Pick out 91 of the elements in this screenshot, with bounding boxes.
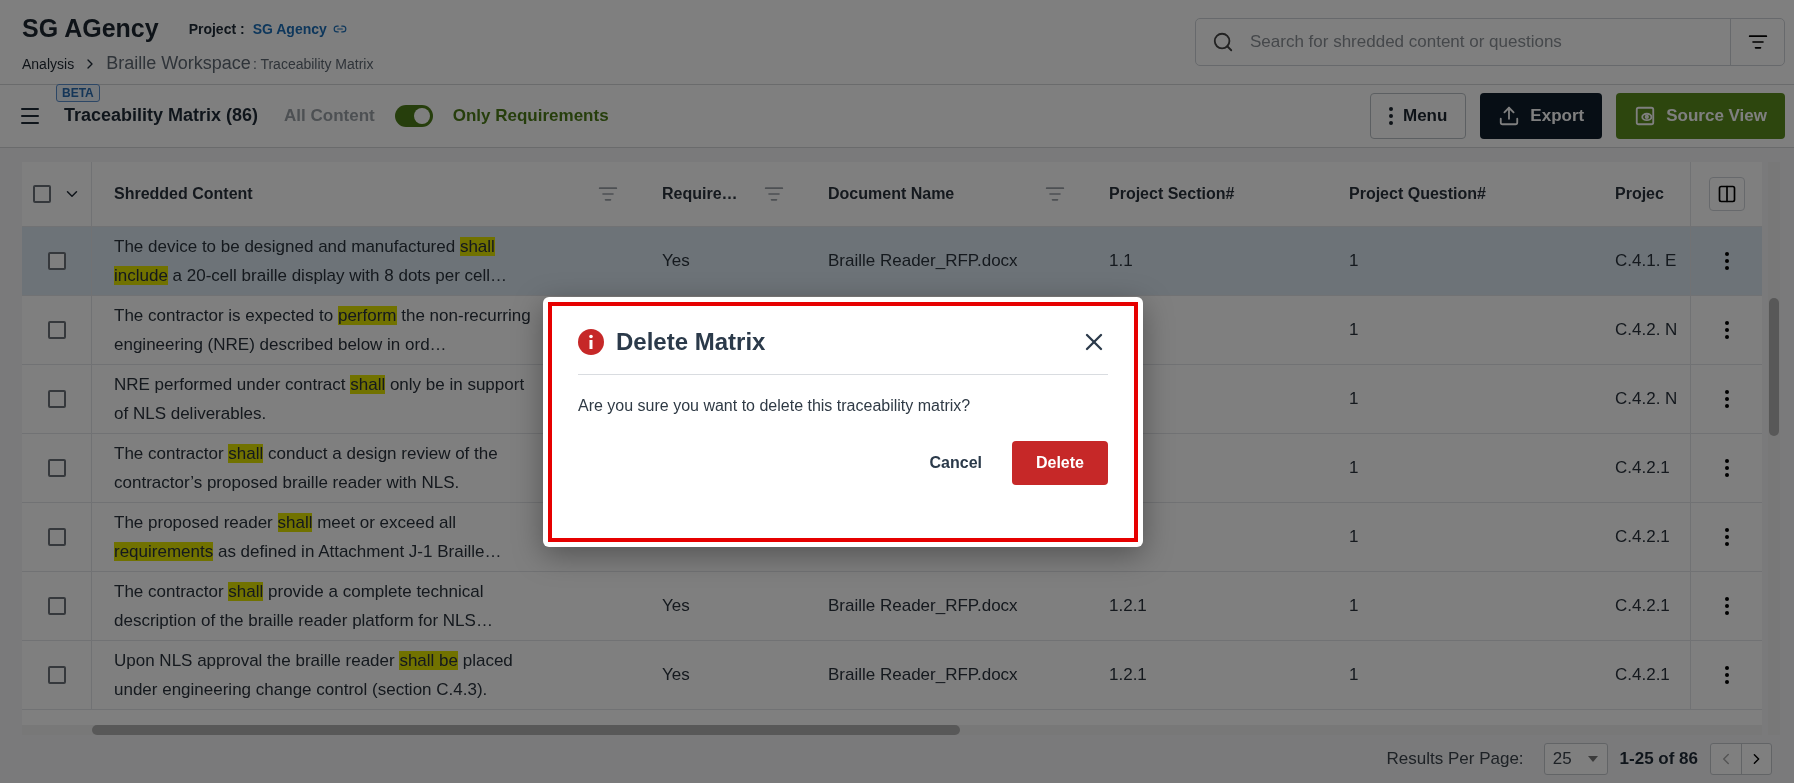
table-cell: C.4.2.1 <box>1615 457 1670 478</box>
table-cell-text: NRE performed under contract shall only be in support of NLS deliverables. <box>114 373 526 425</box>
column-header: Projec <box>1615 184 1664 203</box>
kebab-icon <box>1724 389 1729 408</box>
table-cell: 1.2.1 <box>1109 595 1147 616</box>
kebab-icon <box>1724 527 1729 546</box>
row-menu-button[interactable] <box>1722 594 1731 617</box>
table-cell: 1.2.1 <box>1109 664 1147 685</box>
breadcrumb-item: Braille Workspace <box>106 53 251 74</box>
breadcrumb-link[interactable]: Analysis <box>22 55 75 72</box>
caret-icon <box>1588 755 1599 762</box>
project-link[interactable]: SG Agency <box>252 20 347 37</box>
scrollbar-thumb[interactable] <box>92 724 960 735</box>
kebab-icon <box>1724 251 1729 270</box>
columns-button[interactable] <box>1708 176 1745 211</box>
search-icon <box>1212 31 1234 53</box>
scrollbar-thumb[interactable] <box>1769 297 1779 436</box>
table-cell: C.4.1. E <box>1615 250 1677 271</box>
kebab-icon <box>1388 106 1393 125</box>
dialog-title: Delete Matrix <box>616 328 766 356</box>
kebab-icon <box>1724 596 1729 615</box>
table-cell-text: The contractor is expected to perform the non-recurring engineering (NRE) described below in ord… <box>114 304 532 356</box>
table-cell: Braille Reader_RFP.docx <box>828 595 1018 616</box>
results-per-page-label: Results Per Page: <box>1386 748 1524 769</box>
table-cell: 1 <box>1349 664 1359 685</box>
column-header: Require… <box>662 184 738 203</box>
column-header: Project Question# <box>1349 184 1486 203</box>
checkbox[interactable] <box>47 251 66 270</box>
table-cell: 1.1 <box>1109 250 1133 271</box>
table-cell: C.4.2. N <box>1615 388 1678 409</box>
search-bar[interactable]: Search for shredded content or questions <box>1195 18 1785 66</box>
toggle-switch[interactable] <box>394 104 433 127</box>
checkbox[interactable] <box>47 527 66 546</box>
table-cell: 1 <box>1349 526 1359 547</box>
table-cell: 1 <box>1349 388 1359 409</box>
project-label: Project : <box>188 20 245 37</box>
export-button[interactable]: Export <box>1480 92 1603 139</box>
column-header: Shredded Content <box>114 184 253 203</box>
page-title: Traceability Matrix (86) <box>64 105 259 127</box>
app-title: SG AGency <box>22 14 159 43</box>
checkbox[interactable] <box>32 184 51 203</box>
table-cell-text: The contractor shall conduct a design review of the contractor’s proposed braille reader with NLS. <box>114 442 499 494</box>
menu-button[interactable]: Menu <box>1369 92 1467 139</box>
table-cell: 1 <box>1349 595 1359 616</box>
kebab-icon <box>1724 320 1729 339</box>
kebab-icon <box>1724 458 1729 477</box>
delete-button[interactable]: Delete <box>1011 441 1108 485</box>
table-cell: Braille Reader_RFP.docx <box>828 250 1018 271</box>
page-range: 1-25 of 86 <box>1619 748 1698 769</box>
table-cell: Yes <box>662 250 690 271</box>
dialog-message: Are you sure you want to delete this traceability matrix? <box>578 397 972 415</box>
source-view-button[interactable]: Source View <box>1616 92 1785 139</box>
info-icon <box>578 329 604 355</box>
column-header: Document Name <box>828 184 955 203</box>
row-menu-button[interactable] <box>1722 387 1731 410</box>
table-cell-text: Upon NLS approval the braille reader shall be placed under engineering change control (section C.4.3). <box>114 649 514 701</box>
table-row[interactable]: Upon NLS approval the braille reader shall be placed under engineering change control (section C.4.3). Yes Braille Reader_RFP.docx 1.2.1 1 C.4.2.1 <box>22 640 1762 710</box>
checkbox[interactable] <box>47 320 66 339</box>
checkbox[interactable] <box>47 389 66 408</box>
page-size-select[interactable]: 25 <box>1543 742 1608 775</box>
table-cell-text: The proposed reader shall meet or exceed all requirements as defined in Attachment J-1 Braille… <box>114 511 503 563</box>
kebab-icon <box>1724 665 1729 684</box>
table-cell: Yes <box>662 664 690 685</box>
table-cell: 1 <box>1349 250 1359 271</box>
eye-document-icon <box>1634 104 1657 127</box>
row-menu-button[interactable] <box>1722 318 1731 341</box>
toggle-label: Only Requirements <box>452 105 609 126</box>
table-cell: Braille Reader_RFP.docx <box>828 664 1018 685</box>
cancel-button[interactable]: Cancel <box>929 441 982 485</box>
columns-icon <box>1716 183 1737 204</box>
checkbox[interactable] <box>47 665 66 684</box>
table-cell: C.4.2.1 <box>1615 526 1670 547</box>
row-menu-button[interactable] <box>1722 663 1731 686</box>
row-menu-button[interactable] <box>1722 456 1731 479</box>
checkbox[interactable] <box>47 458 66 477</box>
table-cell: C.4.2.1 <box>1615 664 1670 685</box>
breadcrumb-item: : Traceability Matrix <box>252 55 374 72</box>
table-row[interactable]: The device to be designed and manufactured shall include a 20-cell braille display with 8 dots per cell… Yes Braille Reader_RFP.docx 1.1 1 C.4.1. E <box>22 226 1762 296</box>
row-menu-button[interactable] <box>1722 249 1731 272</box>
upload-icon <box>1498 104 1521 127</box>
table-cell: C.4.2. N <box>1615 319 1678 340</box>
table-cell: Yes <box>662 595 690 616</box>
filter-icon <box>1747 32 1768 52</box>
table-cell: 1 <box>1349 319 1359 340</box>
table-row[interactable]: The contractor shall provide a complete technical description of the braille reader platform for NLS… Yes Braille Reader_RFP.docx 1.2.1 1 C.4.2.1 <box>22 571 1762 641</box>
table-cell: 1 <box>1349 457 1359 478</box>
table-cell: C.4.2.1 <box>1615 595 1670 616</box>
column-header: Project Section# <box>1109 184 1235 203</box>
table-cell-text: The contractor shall provide a complete technical description of the braille reader platform for NLS… <box>114 580 494 632</box>
checkbox[interactable] <box>47 596 66 615</box>
row-menu-button[interactable] <box>1722 525 1731 548</box>
